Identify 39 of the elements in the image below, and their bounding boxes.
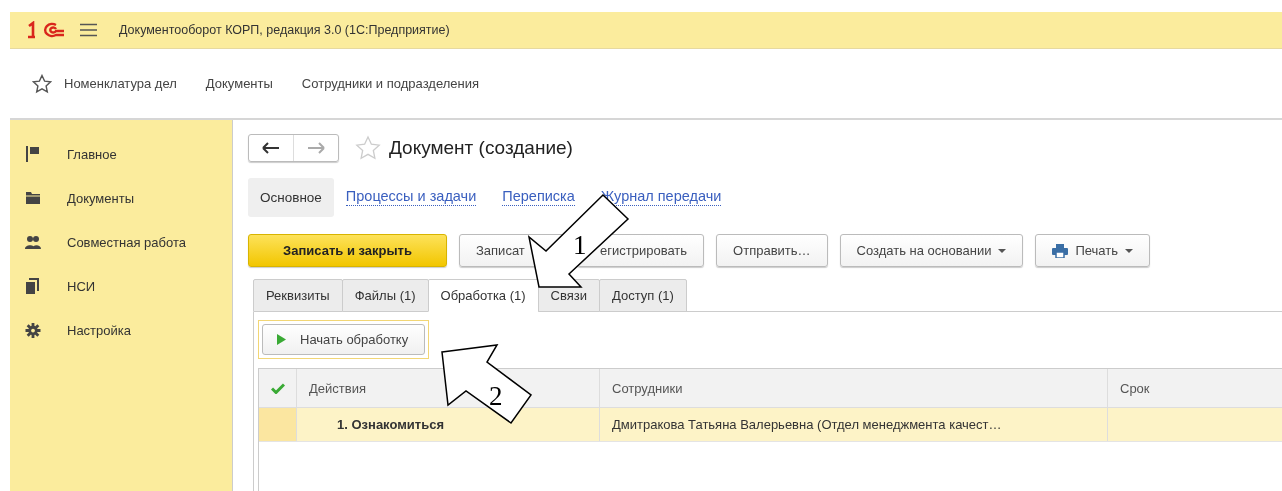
tab[interactable]: Реквизиты <box>253 279 343 312</box>
column-header[interactable]: Сотрудники <box>600 369 1108 407</box>
settings-icon <box>25 322 41 338</box>
flag-icon <box>25 146 41 162</box>
caret-icon <box>1125 248 1133 253</box>
window-title: Документооборот КОРП, редакция 3.0 (1С:Предприятие) <box>119 23 450 37</box>
column-header[interactable]: Срок <box>1108 369 1282 407</box>
toolbar-button[interactable]: Отправить… <box>716 234 828 267</box>
people-icon <box>25 235 41 249</box>
table-cell[interactable]: Дмитракова Татьяна Валерьевна (Отдел менеджмента качест… <box>600 408 1108 441</box>
sidebar-item[interactable]: НСИ <box>67 278 96 294</box>
toolbar-button[interactable]: Печать <box>1035 234 1150 267</box>
printer-icon <box>1052 243 1069 258</box>
star-icon[interactable] <box>32 73 52 94</box>
toolbar-button[interactable]: Создать на основании <box>839 234 1024 267</box>
sidebar-item[interactable]: Главное <box>67 146 117 162</box>
callout-number: 2 <box>489 381 503 411</box>
play-icon <box>277 334 286 345</box>
section-link[interactable]: Переписка <box>502 188 575 206</box>
books-icon <box>25 278 41 294</box>
form-title: Документ (создание) <box>389 137 573 159</box>
tab[interactable]: Файлы (1) <box>341 279 429 312</box>
toolbar-button[interactable]: Записать и закрыть <box>248 234 447 267</box>
sidebar-item[interactable]: Документы <box>67 190 134 206</box>
tab[interactable]: Обработка (1) <box>427 279 539 312</box>
sidebar-item[interactable]: Совместная работа <box>67 234 186 250</box>
section-link[interactable]: Основное <box>248 177 334 217</box>
sidebar-item[interactable]: Настройка <box>67 322 131 338</box>
check-icon <box>270 382 285 394</box>
logo-icon <box>26 21 66 39</box>
nav-link[interactable]: Документы <box>205 76 273 91</box>
caret-icon <box>998 248 1007 253</box>
folder-icon <box>25 191 41 205</box>
start-button[interactable]: Начать обработку <box>262 324 426 355</box>
menu-icon[interactable] <box>80 23 97 37</box>
section-link[interactable]: Процессы и задачи <box>345 188 477 206</box>
nav-link[interactable]: Номенклатура дел <box>64 76 177 91</box>
tab[interactable]: Доступ (1) <box>599 279 687 312</box>
nav-link[interactable]: Сотрудники и подразделения <box>301 76 479 91</box>
